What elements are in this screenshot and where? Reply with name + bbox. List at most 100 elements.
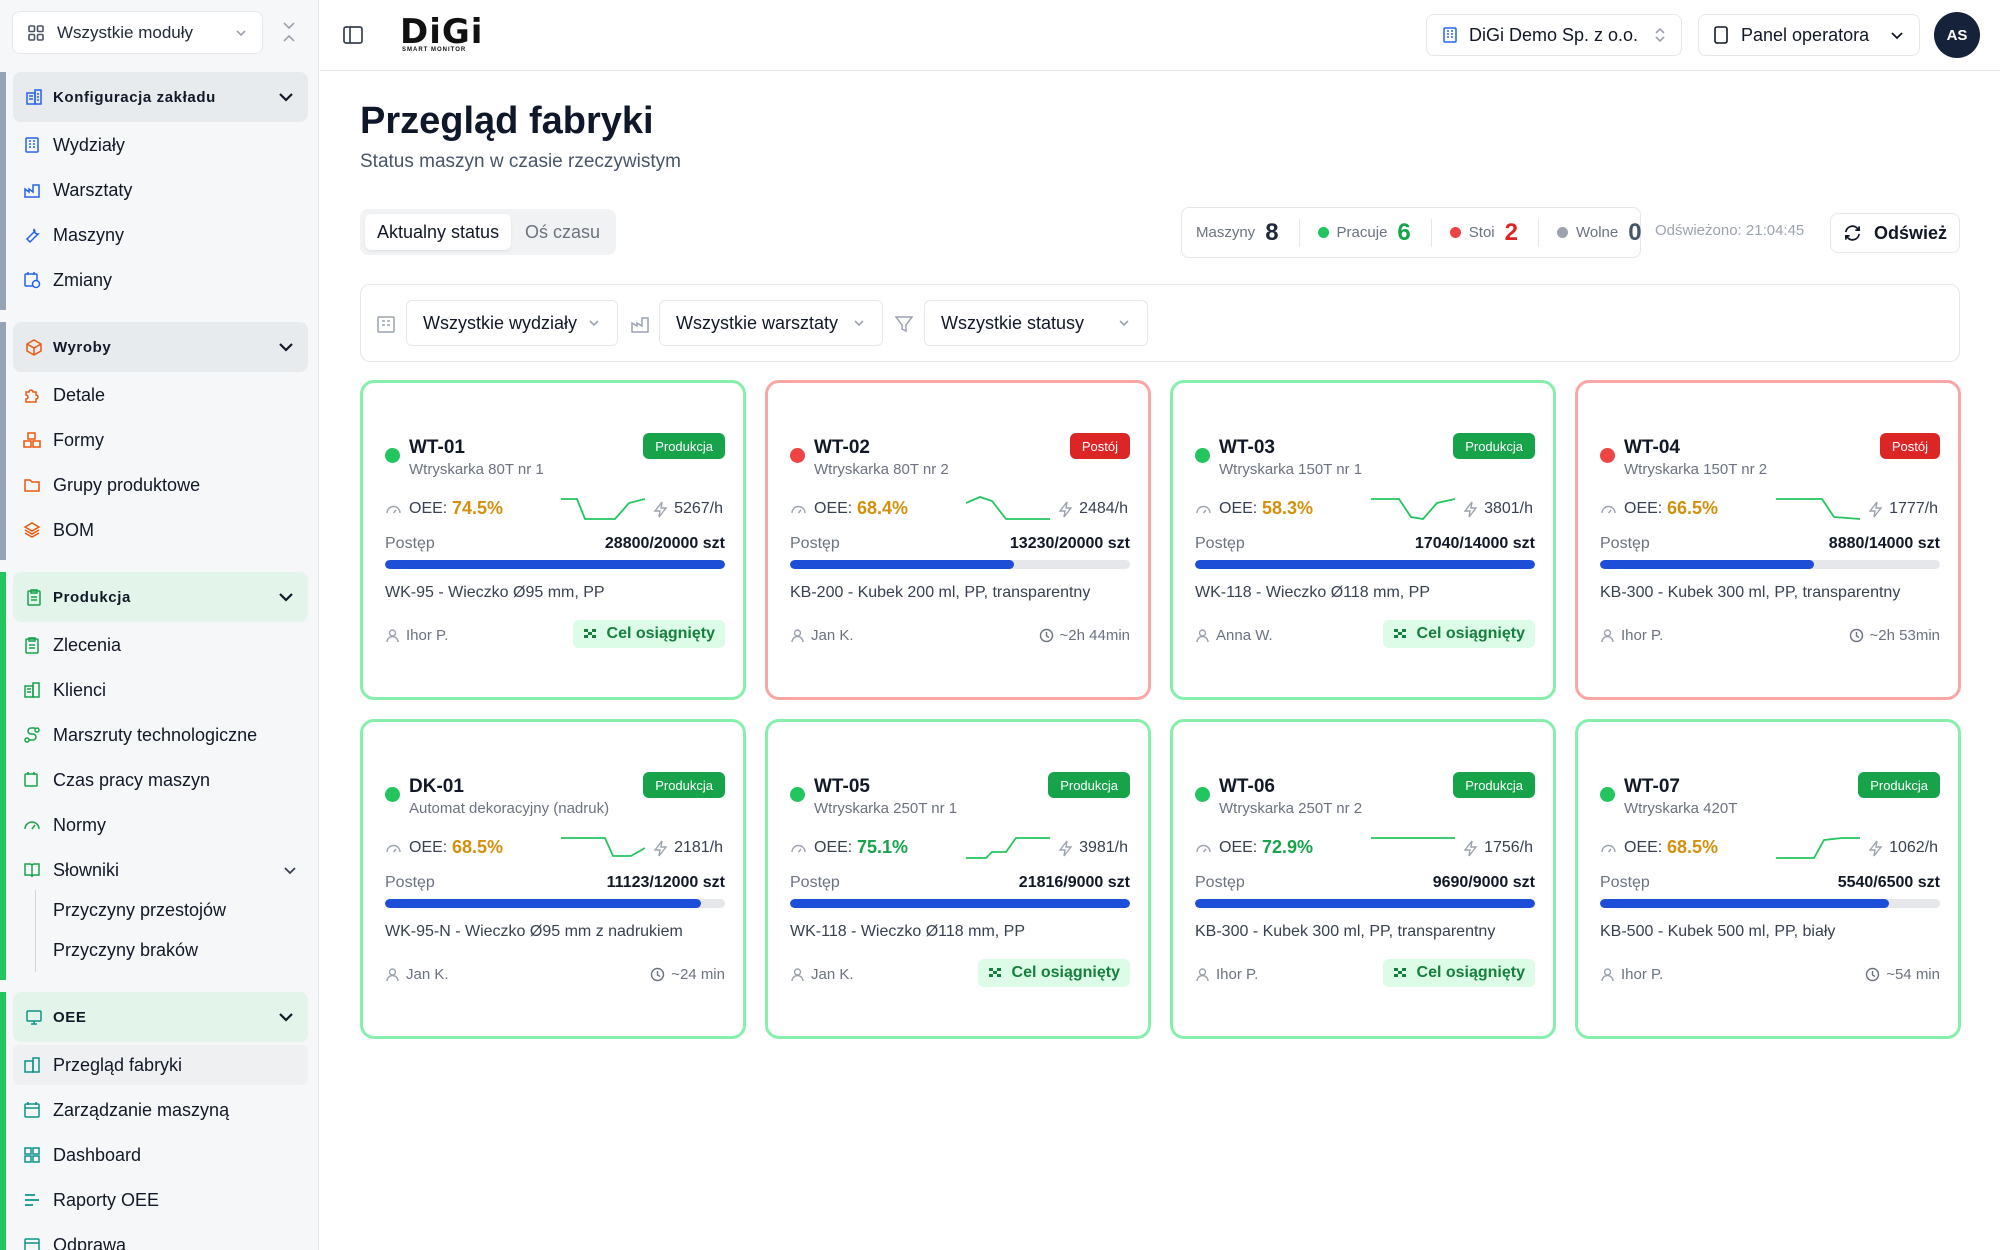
section-header-oee[interactable]: OEE [13, 992, 308, 1042]
sidebar-item-wydzialy[interactable]: Wydziały [13, 125, 308, 165]
chevron-down-icon [1891, 32, 1903, 40]
sidebar-item-raporty[interactable]: Raporty OEE [13, 1180, 308, 1220]
operator: Ihor P. [1600, 966, 1663, 983]
sidebar-item-normy[interactable]: Normy [13, 805, 308, 845]
product-name: KB-500 - Kubek 500 ml, PP, biały [1600, 923, 1836, 940]
oee-label: OEE: [814, 500, 853, 517]
clipboard-icon [27, 589, 41, 606]
monitor-icon [26, 1010, 42, 1025]
progress-bar [385, 560, 725, 569]
sidebar-item-warsztaty[interactable]: Warsztaty [13, 170, 308, 210]
gauge-icon [1196, 844, 1211, 853]
refreshed-time: Odświeżono: 21:04:45 [1655, 222, 1805, 239]
sidebar-toggle-icon[interactable] [342, 24, 364, 46]
progress-label: Postęp [1195, 535, 1245, 552]
sidebar-item-label: Raporty OEE [53, 1189, 160, 1210]
sidebar-item-formy[interactable]: Formy [13, 420, 308, 460]
factory-icon [631, 317, 649, 333]
sidebar-subitem-przestoje[interactable]: Przyczyny przestojów [53, 900, 226, 921]
section-indicator [0, 322, 6, 560]
oee-label: OEE: [1219, 500, 1258, 517]
progress-value: 21816/9000 szt [1018, 874, 1130, 891]
tab-current-status[interactable]: Aktualny status [365, 214, 512, 250]
oee-sparkline [1371, 837, 1455, 839]
calendar-clock-icon [24, 272, 41, 289]
company-select[interactable]: DiGi Demo Sp. z o.o. [1426, 14, 1682, 56]
tab-timeline[interactable]: Oś czasu [513, 214, 612, 250]
machine-card[interactable]: WT-06 Wtryskarka 250T nr 2 Produkcja OEE… [1170, 719, 1556, 1039]
sidebar-item-odprawa[interactable]: Odprawa [13, 1225, 308, 1250]
rate-value: 5267/h [674, 500, 723, 517]
goal-badge: Cel osiągnięty [1382, 959, 1535, 987]
view-tabs: Aktualny status Oś czasu [360, 209, 616, 255]
oee-label: OEE: [409, 839, 448, 856]
progress-value: 11123/12000 szt [606, 874, 725, 891]
sidebar-subitem-braki[interactable]: Przyczyny braków [53, 940, 198, 961]
machine-type: Wtryskarka 80T nr 2 [814, 461, 949, 478]
machine-card[interactable]: WT-01 Wtryskarka 80T nr 1 Produkcja OEE:… [360, 380, 746, 700]
section-indicator [0, 992, 6, 1250]
module-select[interactable]: Wszystkie moduły [12, 11, 263, 54]
lightning-icon [653, 840, 668, 856]
eta-value: ~2h 53min [1869, 627, 1940, 644]
machine-card[interactable]: DK-01 Automat dekoracyjny (nadruk) Produ… [360, 719, 746, 1039]
module-select-label: Wszystkie moduły [57, 22, 194, 42]
sidebar-item-dashboard[interactable]: Dashboard [13, 1135, 308, 1175]
department-filter[interactable]: Wszystkie wydziały [406, 300, 618, 346]
machine-card[interactable]: WT-03 Wtryskarka 150T nr 1 Produkcja OEE… [1170, 380, 1556, 700]
collapse-icon[interactable] [278, 20, 300, 44]
sidebar-item-maszyny[interactable]: Maszyny [13, 215, 308, 255]
sidebar-item-zmiany[interactable]: Zmiany [13, 260, 308, 300]
goal-label: Cel osiągnięty [1011, 964, 1120, 981]
panel-select[interactable]: Panel operatora [1698, 14, 1920, 56]
rate: 1756/h [1463, 839, 1533, 857]
lightning-icon [1463, 840, 1478, 856]
sidebar-item-zlecenia[interactable]: Zlecenia [13, 625, 308, 665]
progress-fill [1600, 560, 1815, 569]
section-header-konfiguracja[interactable]: Konfiguracja zakładu [13, 72, 308, 122]
oee-sparkline [1776, 837, 1860, 859]
status-dot [790, 448, 805, 463]
progress-fill [385, 560, 725, 569]
sidebar-item-czas-pracy[interactable]: Czas pracy maszyn [13, 760, 308, 800]
oee-value: 75.1% [857, 837, 909, 857]
oee-row: OEE: 68.5% 1062/h [1600, 834, 1938, 864]
sidebar-item-slowniki[interactable]: Słowniki [13, 850, 308, 890]
lightning-icon [1058, 501, 1073, 517]
sidebar-item-label: Grupy produktowe [53, 474, 201, 495]
workshop-filter[interactable]: Wszystkie warsztaty [659, 300, 883, 346]
sidebar-item-detale[interactable]: Detale [13, 375, 308, 415]
gauge-icon [1601, 844, 1616, 853]
refresh-label: Odśwież [1873, 222, 1947, 243]
status-filter[interactable]: Wszystkie statusy [924, 300, 1148, 346]
oee-sparkline [966, 837, 1050, 859]
avatar[interactable]: AS [1934, 12, 1980, 58]
oee-label: OEE: [1219, 839, 1258, 856]
sidebar: Wszystkie moduły Konfiguracja zakładu Wy… [0, 0, 319, 1250]
lightning-icon [1868, 840, 1883, 856]
refresh-button[interactable]: Odśwież [1830, 213, 1960, 253]
sidebar-item-klienci[interactable]: Klienci [13, 670, 308, 710]
status-dot [1195, 787, 1210, 802]
sidebar-item-label: Słowniki [53, 859, 120, 880]
section-header-wyroby[interactable]: Wyroby [13, 322, 308, 372]
machine-card[interactable]: WT-05 Wtryskarka 250T nr 1 Produkcja OEE… [765, 719, 1151, 1039]
sidebar-item-przeglad[interactable]: Przegląd fabryki [13, 1045, 308, 1085]
section-header-produkcja[interactable]: Produkcja [13, 572, 308, 622]
goal-label: Cel osiągnięty [606, 625, 715, 642]
goal-badge: Cel osiągnięty [1382, 620, 1535, 648]
sidebar-item-zarzadzanie[interactable]: Zarządzanie maszyną [13, 1090, 308, 1130]
sidebar-item-marszruty[interactable]: Marszruty technologiczne [13, 715, 308, 755]
machine-card[interactable]: WT-02 Wtryskarka 80T nr 2 Postój OEE: 68… [765, 380, 1151, 700]
status-badge: Produkcja [1453, 772, 1535, 798]
gauge-icon [24, 821, 40, 830]
operator: Jan K. [385, 966, 449, 983]
machine-card[interactable]: WT-07 Wtryskarka 420T Produkcja OEE: 68.… [1575, 719, 1961, 1039]
progress-value: 17040/14000 szt [1414, 535, 1535, 552]
sidebar-item-bom[interactable]: BOM [13, 510, 308, 550]
user-icon [386, 629, 399, 643]
status-dot [1556, 227, 1568, 238]
machine-card[interactable]: WT-04 Wtryskarka 150T nr 2 Postój OEE: 6… [1575, 380, 1961, 700]
sidebar-item-grupy[interactable]: Grupy produktowe [13, 465, 308, 505]
stat-label: Wolne [1575, 224, 1619, 241]
